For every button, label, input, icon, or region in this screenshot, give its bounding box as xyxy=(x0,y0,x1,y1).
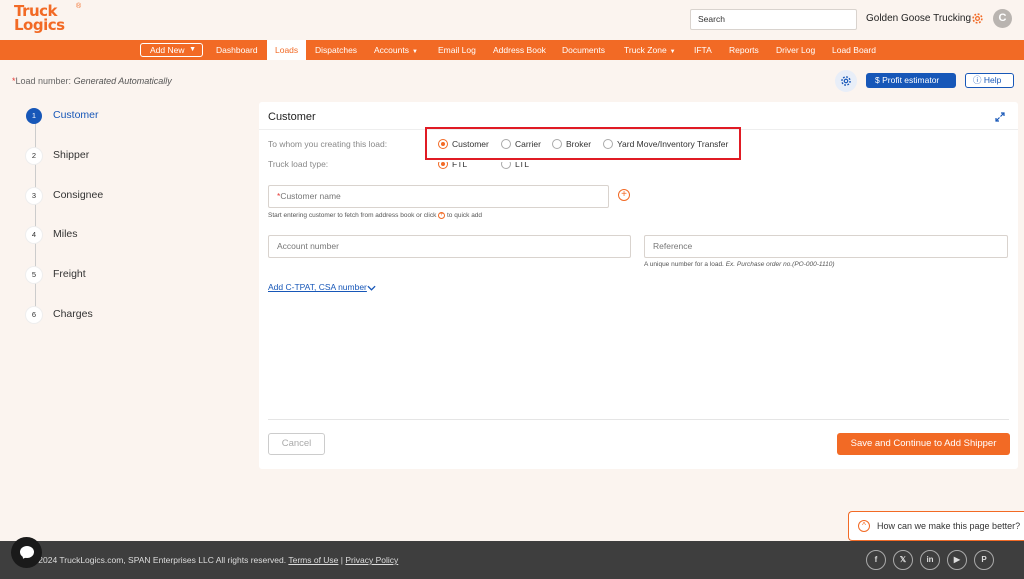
nav-item-driver-log[interactable]: Driver Log xyxy=(776,40,815,60)
user-avatar[interactable]: C xyxy=(993,9,1012,28)
step-label: Shipper xyxy=(53,149,90,161)
step-number: 6 xyxy=(26,307,42,323)
chevron-down-icon: ▼ xyxy=(669,49,676,55)
load-number: *Load number: Generated Automatically xyxy=(12,76,172,86)
nav-item-documents[interactable]: Documents xyxy=(562,40,605,60)
cancel-button[interactable]: Cancel xyxy=(268,433,325,455)
chevron-down-icon: ▼ xyxy=(411,49,418,55)
nav-item-address-book[interactable]: Address Book xyxy=(493,40,546,60)
settings-gear-icon[interactable] xyxy=(970,11,985,26)
nav-item-dashboard[interactable]: Dashboard xyxy=(216,40,258,60)
radio-label: LTL xyxy=(515,159,530,169)
step-number: 3 xyxy=(26,188,42,204)
add-new-label: Add New xyxy=(150,45,185,55)
truck-load-type-label: Truck load type: xyxy=(268,159,329,169)
logo-line-2: Logics xyxy=(14,16,65,34)
step-label: Miles xyxy=(53,228,78,240)
reference-input[interactable]: Reference xyxy=(644,235,1008,258)
account-number-input[interactable]: Account number xyxy=(268,235,631,258)
linkedin-icon[interactable]: in xyxy=(920,550,940,570)
chevron-up-icon: ^ xyxy=(858,520,870,532)
help-label: Help xyxy=(983,75,1002,85)
privacy-policy-link[interactable]: Privacy Policy xyxy=(345,555,398,565)
pinterest-icon[interactable]: P xyxy=(974,550,994,570)
nav-item-truck-zone-label: Truck Zone xyxy=(624,45,667,55)
copyright-text: ©2024 TruckLogics.com, SPAN Enterprises … xyxy=(32,555,289,565)
nav-item-accounts[interactable]: Accounts ▼ xyxy=(374,40,418,60)
logo-registered-mark: ® xyxy=(76,3,82,10)
x-twitter-icon[interactable]: 𝕏 xyxy=(893,550,913,570)
add-new-button[interactable]: Add New ▼ xyxy=(140,43,203,57)
customer-card: Customer To whom you creating this load:… xyxy=(259,102,1018,469)
highlight-box xyxy=(425,127,741,160)
step-number: 2 xyxy=(26,148,42,164)
top-header: Truck Logics ® Search Golden Goose Truck… xyxy=(0,0,1024,40)
gear-icon xyxy=(841,76,851,86)
load-number-value: Generated Automatically xyxy=(73,76,172,86)
reference-hint-example: Ex. Purchase order no.(PO-000-1110) xyxy=(725,261,835,268)
step-label: Freight xyxy=(53,268,86,280)
nav-item-dispatches[interactable]: Dispatches xyxy=(315,40,357,60)
chevron-down-icon: ▼ xyxy=(189,46,196,53)
step-number: 4 xyxy=(26,227,42,243)
chat-bubble-icon xyxy=(20,546,34,558)
quick-add-plus-icon[interactable]: + xyxy=(618,189,630,201)
step-number: 5 xyxy=(26,267,42,283)
profit-estimator-button[interactable]: $ Profit estimator xyxy=(866,73,956,88)
company-name: Golden Goose Trucking xyxy=(866,13,972,24)
reference-hint: A unique number for a load. Ex. Purchase… xyxy=(644,261,835,268)
step-connector-line xyxy=(35,116,36,316)
step-label: Customer xyxy=(53,109,99,121)
radio-circle xyxy=(501,162,511,169)
step-label: Consignee xyxy=(53,189,104,201)
nav-item-email-log[interactable]: Email Log xyxy=(438,40,476,60)
help-button[interactable]: ⓘ Help xyxy=(965,73,1014,88)
youtube-icon[interactable]: ▶ xyxy=(947,550,967,570)
chevron-down-icon[interactable] xyxy=(367,285,376,291)
save-continue-button[interactable]: Save and Continue to Add Shipper xyxy=(837,433,1010,455)
reference-hint-pre: A unique number for a load. xyxy=(644,261,724,268)
nav-item-ifta[interactable]: IFTA xyxy=(694,40,712,60)
nav-item-reports[interactable]: Reports xyxy=(729,40,759,60)
nav-item-truck-zone[interactable]: Truck Zone ▼ xyxy=(624,40,676,60)
chat-widget-button[interactable] xyxy=(11,537,42,568)
card-title: Customer xyxy=(268,111,316,123)
feedback-widget[interactable]: ^ How can we make this page better? xyxy=(848,511,1024,541)
radio-circle xyxy=(438,162,448,169)
profit-estimator-label: Profit estimator xyxy=(882,75,940,85)
footer-divider xyxy=(268,419,1009,420)
nav-item-accounts-label: Accounts xyxy=(374,45,409,55)
terms-of-use-link[interactable]: Terms of Use xyxy=(288,555,338,565)
whom-label: To whom you creating this load: xyxy=(268,139,388,149)
trucklogics-logo[interactable]: Truck Logics ® xyxy=(12,3,84,35)
feedback-text: How can we make this page better? xyxy=(877,521,1021,531)
search-input[interactable]: Search xyxy=(690,9,857,30)
customer-hint: Start entering customer to fetch from ad… xyxy=(268,212,482,219)
load-number-label: Load number: xyxy=(15,76,74,86)
plus-circle-icon: + xyxy=(438,212,446,219)
radio-label: FTL xyxy=(452,159,468,169)
customer-name-placeholder: Customer name xyxy=(280,191,341,201)
customer-hint-pre: Start entering customer to fetch from ad… xyxy=(268,212,437,220)
page-footer: ©2024 TruckLogics.com, SPAN Enterprises … xyxy=(0,541,1024,579)
step-number: 1 xyxy=(26,108,42,124)
question-circle-icon: ⓘ xyxy=(973,75,984,85)
nav-item-loads[interactable]: Loads xyxy=(267,40,307,60)
load-settings-button[interactable] xyxy=(835,70,857,92)
main-nav: Add New ▼ Dashboard Loads Dispatches Acc… xyxy=(0,40,1024,60)
customer-hint-post: to quick add xyxy=(446,212,483,220)
customer-name-input[interactable]: *Customer name xyxy=(268,185,609,208)
facebook-icon[interactable]: f xyxy=(866,550,886,570)
step-label: Charges xyxy=(53,308,93,320)
add-ctpat-csa-link[interactable]: Add C-TPAT, CSA number xyxy=(268,282,367,292)
nav-item-load-board[interactable]: Load Board xyxy=(832,40,876,60)
copyright: ©2024 TruckLogics.com, SPAN Enterprises … xyxy=(32,555,398,565)
expand-icon[interactable] xyxy=(995,112,1005,122)
